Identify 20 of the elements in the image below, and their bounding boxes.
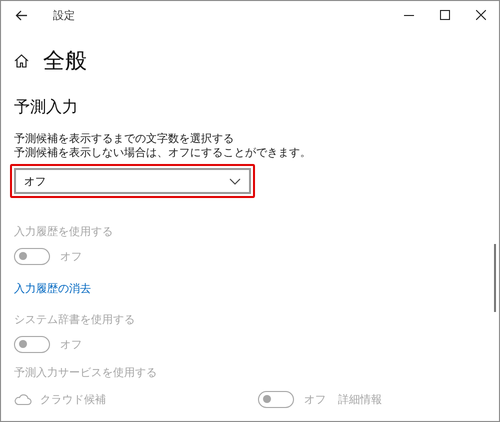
cloud-icon <box>14 394 32 405</box>
toggle-state: オフ <box>60 337 82 352</box>
maximize-icon[interactable] <box>437 7 453 23</box>
setting-label: システム辞書を使用する <box>14 312 136 326</box>
scrollbar[interactable] <box>494 244 496 312</box>
description-text: 予測候補を表示するまでの文字数を選択する <box>14 132 235 146</box>
description-text: 予測候補を表示しない場合は、オフにすることができます。 <box>14 146 312 160</box>
clear-history-link[interactable]: 入力履歴の消去 <box>14 281 91 296</box>
service-name: クラウド候補 <box>40 392 106 407</box>
dropdown[interactable]: オフ <box>14 168 251 194</box>
page-title: 全般 <box>43 48 87 76</box>
chevron-down-icon <box>229 178 241 184</box>
section-title: 予測入力 <box>14 97 79 118</box>
window-title: 設定 <box>53 8 76 22</box>
toggle-state: オフ <box>60 249 82 264</box>
home-icon[interactable] <box>14 54 29 68</box>
setting-label: 予測入力サービスを使用する <box>14 365 158 379</box>
close-icon[interactable] <box>473 7 489 23</box>
toggle-state: オフ <box>304 392 326 407</box>
setting-label: 入力履歴を使用する <box>14 224 114 238</box>
